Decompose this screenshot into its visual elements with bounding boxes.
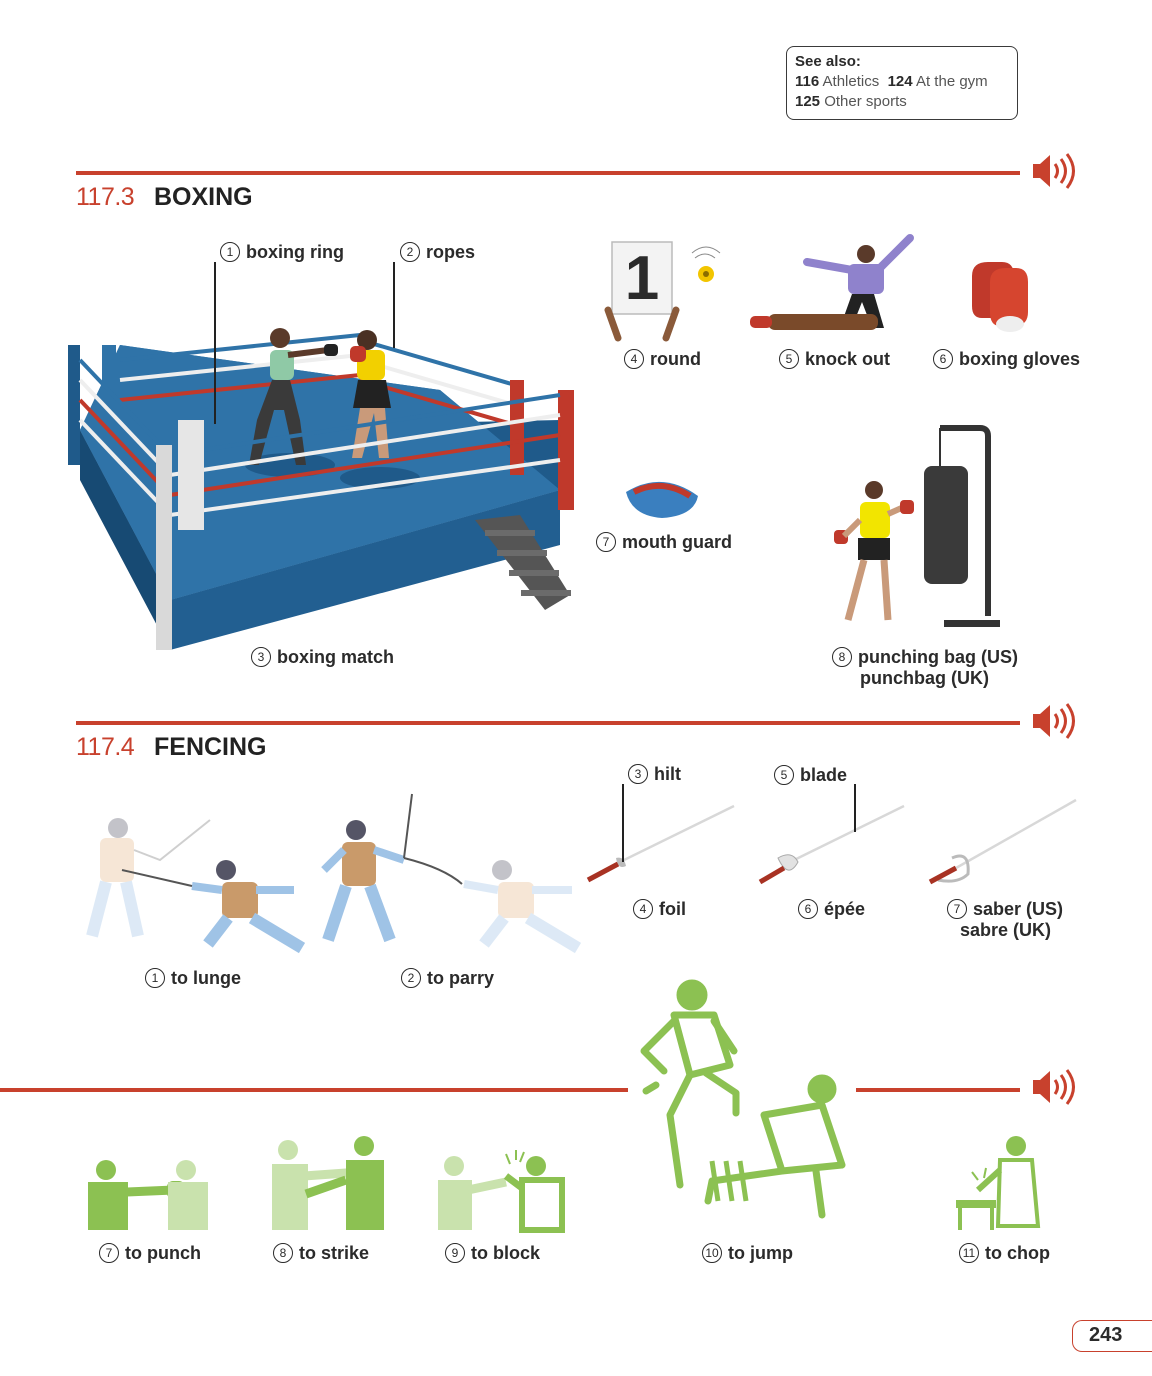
item-number: 6 (798, 899, 818, 919)
item-number: 2 (401, 968, 421, 988)
swords-illustration (586, 798, 1077, 885)
item-label: round (650, 349, 701, 369)
item-number: 9 (445, 1243, 465, 1263)
section-rule (856, 1088, 1020, 1092)
item-number: 8 (273, 1243, 293, 1263)
see-also-ref-num[interactable]: 125 (795, 93, 820, 110)
label-punchbag-uk: punchbag (UK) (860, 668, 989, 688)
label-ropes: 2 ropes (400, 242, 475, 263)
see-also-ref-num[interactable]: 116 (795, 73, 819, 90)
item-label: ropes (426, 242, 476, 262)
item-number: 5 (779, 349, 799, 369)
item-label: to lunge (171, 968, 241, 988)
section-title: FENCING (154, 733, 267, 761)
see-also-ref-label[interactable]: Other sports (824, 93, 907, 110)
section-number: 117.4 (76, 733, 135, 761)
knock-out-illustration (750, 234, 914, 330)
item-number: 11 (959, 1243, 979, 1263)
item-number: 3 (628, 764, 648, 784)
label-to-block: 9 to block (445, 1243, 540, 1264)
label-to-chop: 11 to chop (959, 1243, 1050, 1264)
boxing-gloves-illustration (972, 262, 1028, 332)
item-label: knock out (805, 349, 891, 369)
label-round: 4 round (624, 349, 701, 370)
item-number: 1 (220, 242, 240, 262)
label-to-lunge: 1 to lunge (145, 968, 241, 989)
item-number: 4 (624, 349, 644, 369)
leader-line (393, 262, 395, 348)
leader-line (622, 784, 624, 862)
label-punching-bag: 8 punching bag (US) (832, 647, 1018, 668)
see-also-box: See also: 116 Athletics 124 At the gym 1… (786, 46, 1018, 120)
fencing-illustration (86, 793, 582, 954)
label-to-jump: 10 to jump (702, 1243, 793, 1264)
leader-line (854, 784, 856, 832)
boxing-ring-illustration (68, 328, 574, 650)
item-label: boxing match (277, 647, 395, 667)
item-number: 6 (933, 349, 953, 369)
item-number: 8 (832, 647, 852, 667)
see-also-ref-label[interactable]: Athletics (823, 73, 880, 90)
page-number: 243 (1072, 1320, 1152, 1352)
section-title: BOXING (154, 183, 253, 211)
item-label: to strike (299, 1243, 370, 1263)
label-hilt: 3 hilt (628, 764, 681, 785)
item-number: 7 (99, 1243, 119, 1263)
label-foil: 4 foil (633, 899, 686, 920)
item-label: hilt (654, 764, 681, 784)
item-label: saber (US) (973, 899, 1064, 919)
item-label: to block (471, 1243, 541, 1263)
section-number: 117.3 (76, 183, 135, 211)
to-punch-illustration (88, 1160, 208, 1230)
label-to-strike: 8 to strike (273, 1243, 369, 1264)
label-to-punch: 7 to punch (99, 1243, 201, 1264)
to-block-illustration (438, 1150, 565, 1233)
to-strike-illustration (272, 1136, 384, 1230)
label-epee: 6 épée (798, 899, 865, 920)
item-label: to chop (985, 1243, 1050, 1263)
item-label: épée (824, 899, 866, 919)
item-label: boxing gloves (959, 349, 1081, 369)
item-label: to jump (728, 1243, 793, 1263)
item-number: 1 (145, 968, 165, 988)
label-sabre-uk: sabre (UK) (960, 920, 1052, 940)
label-boxing-match: 3 boxing match (251, 647, 394, 668)
item-label: punching bag (US) (858, 647, 1018, 667)
item-number: 3 (251, 647, 271, 667)
item-label: to parry (427, 968, 495, 988)
item-label: blade (800, 765, 848, 785)
label-blade: 5 blade (774, 765, 847, 786)
to-chop-illustration (956, 1136, 1041, 1230)
speaker-icon[interactable] (1030, 1068, 1078, 1106)
see-also-ref-num[interactable]: 124 (888, 73, 913, 90)
item-number: 2 (400, 242, 420, 262)
round-card-number: 1 (624, 244, 660, 313)
label-boxing-gloves: 6 boxing gloves (933, 349, 1080, 370)
label-to-parry: 2 to parry (401, 968, 494, 989)
mouth-guard-illustration (626, 481, 698, 518)
item-label: boxing ring (246, 242, 344, 262)
label-saber: 7 saber (US) (947, 899, 1063, 920)
item-number: 4 (633, 899, 653, 919)
see-also-title: See also: (795, 53, 861, 70)
leader-line (214, 262, 216, 424)
to-jump-illustration (640, 979, 846, 1219)
item-number: 7 (596, 532, 616, 552)
label-mouth-guard: 7 mouth guard (596, 532, 732, 553)
item-number: 5 (774, 765, 794, 785)
speaker-icon[interactable] (1030, 152, 1078, 190)
see-also-ref-label[interactable]: At the gym (916, 73, 988, 90)
label-knock-out: 5 knock out (779, 349, 890, 370)
item-label: mouth guard (622, 532, 732, 552)
item-label: foil (659, 899, 686, 919)
item-number: 10 (702, 1243, 722, 1263)
label-boxing-ring: 1 boxing ring (220, 242, 344, 263)
section-rule (76, 171, 1020, 175)
speaker-icon[interactable] (1030, 702, 1078, 740)
item-label: to punch (125, 1243, 201, 1263)
section-rule (0, 1088, 628, 1092)
section-rule (76, 721, 1020, 725)
punching-bag-illustration (834, 425, 1000, 627)
item-number: 7 (947, 899, 967, 919)
